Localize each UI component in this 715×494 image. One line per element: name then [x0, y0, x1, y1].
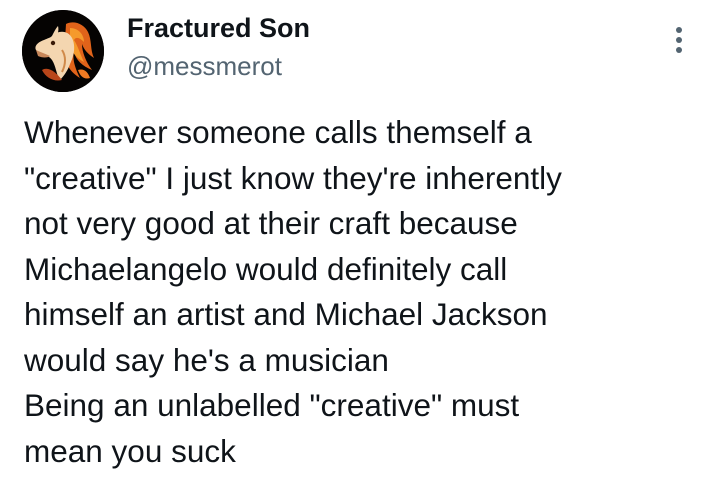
author-display-name[interactable]: Fractured Son — [127, 12, 310, 44]
author-handle[interactable]: @messmerot — [127, 50, 282, 82]
more-options-button[interactable] — [669, 26, 689, 56]
more-options-icon — [676, 27, 682, 53]
tweet-card: Fractured Son @messmerot Whenever someon… — [0, 0, 715, 494]
fire-horse-icon — [22, 10, 104, 92]
tweet-text: Whenever someone calls themself a "creat… — [24, 114, 562, 469]
avatar[interactable] — [22, 10, 104, 92]
